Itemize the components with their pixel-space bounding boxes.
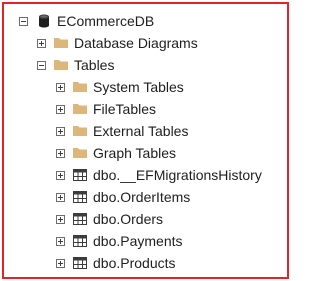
- tree-node-table[interactable]: dbo.__EFMigrationsHistory: [56, 165, 262, 185]
- tree-node-database[interactable]: ECommerceDB: [19, 11, 154, 31]
- tree-node-file-tables[interactable]: FileTables: [56, 99, 156, 119]
- table-label: dbo.Payments: [93, 233, 183, 249]
- folder-icon: [73, 126, 87, 136]
- table-icon: [73, 235, 87, 247]
- tree-node-table[interactable]: dbo.OrderItems: [56, 187, 190, 207]
- tree-node-external-tables[interactable]: External Tables: [56, 121, 188, 141]
- folder-icon: [73, 148, 87, 158]
- tree-node-table[interactable]: dbo.Payments: [56, 231, 183, 251]
- tree-node-tables[interactable]: Tables: [37, 55, 114, 75]
- tree-node-database-diagrams[interactable]: Database Diagrams: [37, 33, 198, 53]
- expand-icon[interactable]: [56, 236, 65, 246]
- tree-node-table[interactable]: dbo.Orders: [56, 209, 163, 229]
- table-icon: [73, 257, 87, 269]
- table-icon: [73, 213, 87, 225]
- tree-node-system-tables[interactable]: System Tables: [56, 77, 184, 97]
- folder-icon: [73, 82, 87, 92]
- folder-icon: [54, 38, 68, 48]
- database-icon: [39, 14, 49, 28]
- table-label: dbo.__EFMigrationsHistory: [93, 167, 262, 183]
- expand-icon[interactable]: [56, 104, 65, 114]
- expand-icon[interactable]: [56, 126, 65, 136]
- database-diagrams-label: Database Diagrams: [74, 35, 198, 51]
- folder-icon: [54, 60, 68, 70]
- file-tables-label: FileTables: [93, 101, 157, 117]
- collapse-icon[interactable]: [37, 60, 46, 70]
- table-icon: [73, 169, 87, 181]
- expand-icon[interactable]: [37, 38, 46, 48]
- expand-icon[interactable]: [56, 82, 65, 92]
- table-label: dbo.Products: [93, 255, 176, 271]
- table-label: dbo.Orders: [93, 211, 164, 227]
- graph-tables-label: Graph Tables: [93, 145, 177, 161]
- external-tables-label: External Tables: [93, 123, 189, 139]
- folder-icon: [73, 104, 87, 114]
- table-icon: [73, 191, 87, 203]
- expand-icon[interactable]: [56, 148, 65, 158]
- tree-node-table[interactable]: dbo.Products: [56, 253, 176, 273]
- expand-icon[interactable]: [56, 170, 65, 180]
- expand-icon[interactable]: [56, 258, 65, 268]
- tables-label: Tables: [74, 57, 115, 73]
- database-label: ECommerceDB: [57, 13, 155, 29]
- object-explorer-tree: ECommerceDB Database Diagrams Tables Sys…: [2, 2, 289, 279]
- table-label: dbo.OrderItems: [93, 189, 191, 205]
- tree-node-graph-tables[interactable]: Graph Tables: [56, 143, 176, 163]
- collapse-icon[interactable]: [19, 16, 28, 26]
- expand-icon[interactable]: [56, 214, 65, 224]
- system-tables-label: System Tables: [93, 79, 184, 95]
- expand-icon[interactable]: [56, 192, 65, 202]
